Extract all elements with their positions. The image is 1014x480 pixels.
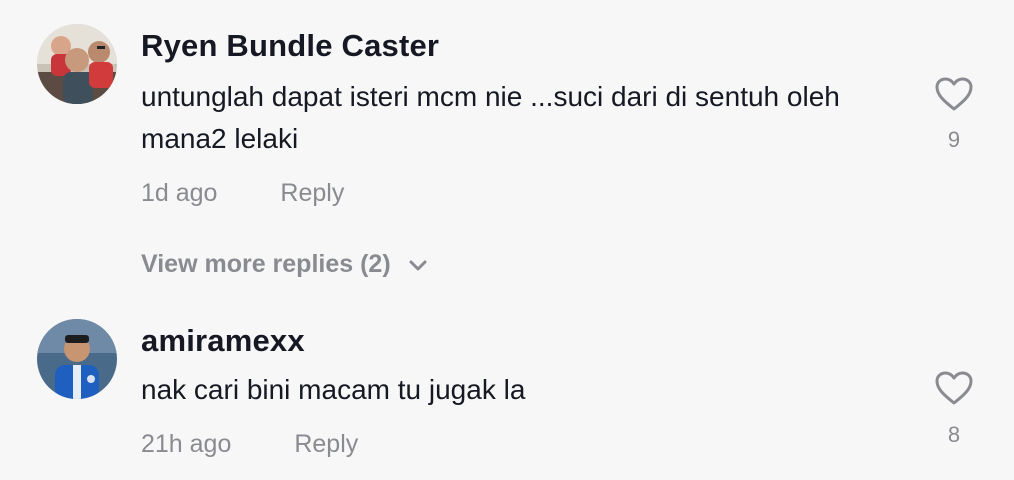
like-count: 8 (947, 422, 961, 447)
comment-item: amiramexx nak cari bini macam tu jugak l… (0, 0, 1014, 480)
reply-button[interactable]: Reply (294, 430, 358, 458)
comment-text: nak cari bini macam tu jugak la (141, 374, 526, 405)
comment-thread: Ryen Bundle Caster untunglah dapat ister… (0, 0, 1014, 480)
heart-outline-icon[interactable] (934, 370, 974, 406)
comment-meta: 21h ago Reply (141, 430, 358, 459)
comment-username[interactable]: amiramexx (141, 323, 305, 359)
comment-timestamp: 21h ago (141, 430, 232, 458)
avatar[interactable] (37, 319, 117, 399)
